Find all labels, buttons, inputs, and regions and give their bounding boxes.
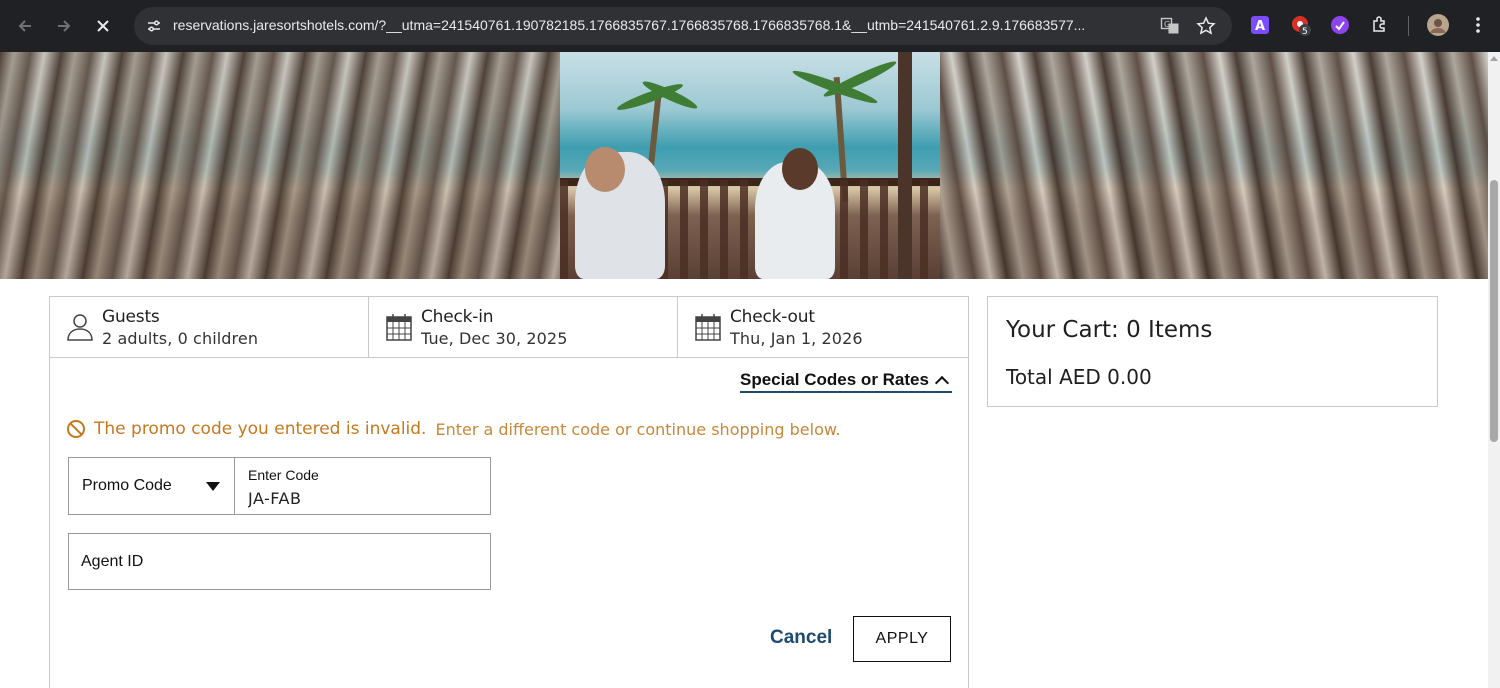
enter-code-label: Enter Code xyxy=(248,467,319,483)
checkout-title: Check-out xyxy=(730,307,815,327)
extensions-puzzle-icon[interactable] xyxy=(1369,14,1391,36)
url-text[interactable]: reservations.jaresortshotels.com/?__utma… xyxy=(173,17,1147,33)
site-info-icon[interactable] xyxy=(142,14,166,38)
calendar-icon xyxy=(695,314,721,341)
svg-text:A: A xyxy=(1255,19,1265,34)
extension-badge-icon[interactable]: 5 xyxy=(1290,14,1312,36)
cancel-button[interactable]: Cancel xyxy=(770,627,832,649)
promo-type-select[interactable]: Promo Code xyxy=(69,458,235,514)
special-codes-toggle[interactable]: Special Codes or Rates xyxy=(740,369,952,393)
svg-text:G: G xyxy=(1164,20,1170,29)
agent-id-input[interactable] xyxy=(81,551,471,573)
door-frame xyxy=(898,52,912,279)
error-title: The promo code you entered is invalid. xyxy=(94,419,427,439)
checkin-title: Check-in xyxy=(421,307,494,327)
back-icon[interactable] xyxy=(9,10,41,42)
promo-code-input[interactable] xyxy=(248,487,478,509)
checkout-value: Thu, Jan 1, 2026 xyxy=(730,329,863,348)
special-codes-label: Special Codes or Rates xyxy=(740,370,929,389)
checkout-selector[interactable]: Check-out Thu, Jan 1, 2026 xyxy=(678,297,968,357)
svg-text:5: 5 xyxy=(1302,27,1308,36)
browser-toolbar: reservations.jaresortshotels.com/?__utma… xyxy=(0,0,1500,52)
extension-purple-icon[interactable] xyxy=(1329,14,1351,36)
booking-panel: Guests 2 adults, 0 children Check-in Tue… xyxy=(49,296,969,688)
chevron-up-icon xyxy=(934,375,950,391)
menu-kebab-icon[interactable] xyxy=(1467,14,1489,36)
curtain-left xyxy=(0,52,560,279)
extension-a-icon[interactable]: A xyxy=(1249,14,1271,36)
checkin-selector[interactable]: Check-in Tue, Dec 30, 2025 xyxy=(369,297,678,357)
guests-selector[interactable]: Guests 2 adults, 0 children xyxy=(50,297,369,357)
translate-icon[interactable]: G xyxy=(1158,14,1182,38)
promo-error-message: The promo code you entered is invalid. E… xyxy=(67,417,841,441)
guests-title: Guests xyxy=(102,307,160,327)
cart-total: Total AED 0.00 xyxy=(1006,365,1152,389)
woman-head xyxy=(782,148,818,190)
apply-button[interactable]: APPLY xyxy=(853,616,951,662)
page-scrollbar[interactable] xyxy=(1488,52,1500,688)
calendar-icon xyxy=(386,314,412,341)
bookmark-star-icon[interactable] xyxy=(1194,14,1218,38)
agent-id-field[interactable] xyxy=(68,533,491,590)
cart-title: Your Cart: 0 Items xyxy=(1006,317,1213,343)
checkin-value: Tue, Dec 30, 2025 xyxy=(421,329,568,348)
cart-summary: Your Cart: 0 Items Total AED 0.00 xyxy=(987,296,1438,407)
man-head xyxy=(585,147,625,192)
address-bar[interactable]: reservations.jaresortshotels.com/?__utma… xyxy=(134,7,1232,45)
guests-value: 2 adults, 0 children xyxy=(102,329,259,348)
stop-loading-icon[interactable] xyxy=(87,10,119,42)
search-summary-row: Guests 2 adults, 0 children Check-in Tue… xyxy=(50,297,968,358)
error-detail: Enter a different code or continue shopp… xyxy=(435,419,841,439)
scroll-thumb[interactable] xyxy=(1490,180,1498,442)
curtain-right xyxy=(940,52,1488,279)
forward-icon[interactable] xyxy=(48,10,80,42)
toolbar-divider xyxy=(1408,16,1409,36)
caret-down-icon xyxy=(206,482,220,491)
scroll-up-arrow[interactable] xyxy=(1490,56,1498,61)
profile-avatar[interactable] xyxy=(1427,14,1449,36)
promo-code-field[interactable]: Enter Code xyxy=(235,458,490,514)
hero-image xyxy=(0,52,1488,279)
promo-code-group: Promo Code Enter Code xyxy=(68,457,491,515)
prohibited-icon xyxy=(67,420,85,438)
promo-type-value: Promo Code xyxy=(82,477,172,494)
person-icon xyxy=(67,314,93,341)
